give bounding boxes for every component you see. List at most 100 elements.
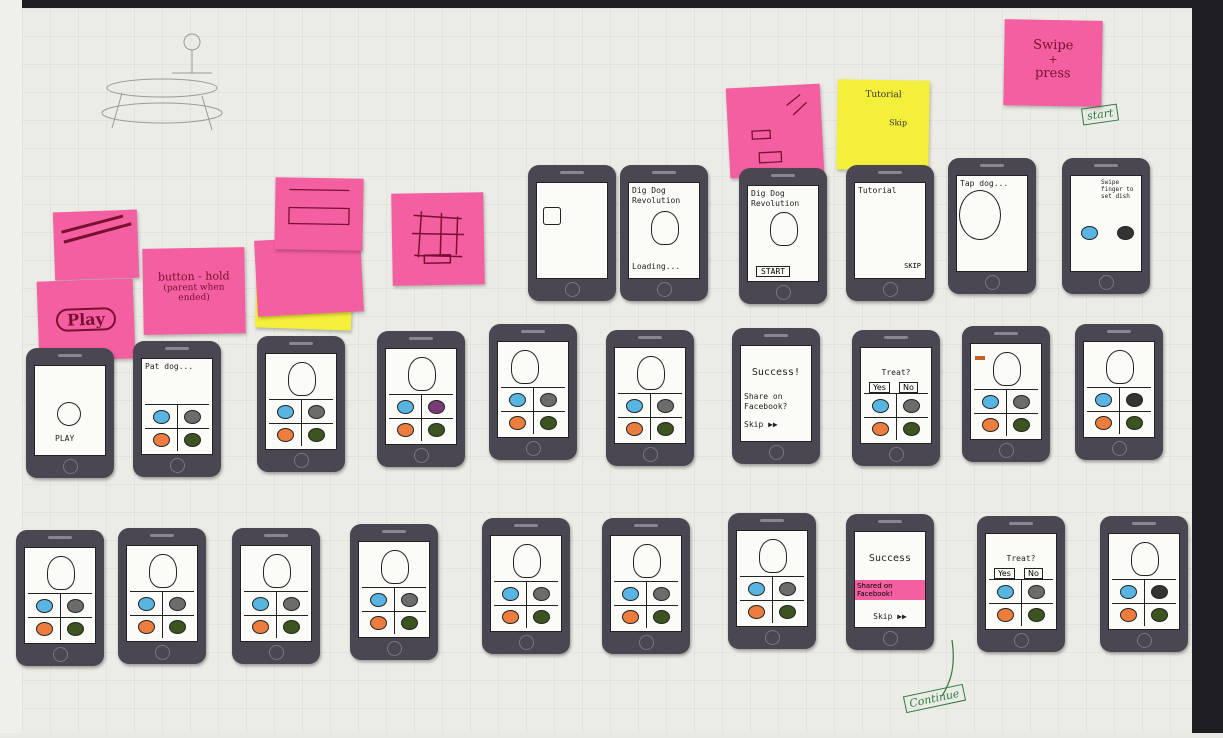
home-button-icon: [519, 635, 534, 650]
blue-dish-icon[interactable]: [509, 393, 526, 407]
shared-facebook-note: Shared on Facebook!: [855, 580, 925, 600]
dog-icon: [149, 554, 177, 588]
green-dish-icon[interactable]: [903, 422, 920, 436]
grey-dish-icon[interactable]: [1117, 226, 1134, 240]
skip-button[interactable]: Skip ▶▶: [858, 612, 922, 622]
blue-dish-icon[interactable]: [997, 585, 1014, 599]
purple-dish-icon[interactable]: [428, 400, 445, 414]
orange-dish-icon[interactable]: [982, 418, 999, 432]
orange-dish-icon[interactable]: [1095, 416, 1112, 430]
orange-dish-icon[interactable]: [370, 616, 387, 630]
blue-dish-icon[interactable]: [277, 405, 294, 419]
green-dish-icon[interactable]: [653, 610, 670, 624]
green-dish-icon[interactable]: [184, 433, 201, 447]
treat-question: Treat?: [881, 368, 911, 377]
phone-tap-dog: Tap dog...: [948, 158, 1036, 294]
dark-dish-icon[interactable]: [1126, 393, 1143, 407]
grey-dish-icon[interactable]: [169, 597, 186, 611]
green-dish-icon[interactable]: [1126, 416, 1143, 430]
blue-dish-icon[interactable]: [1095, 393, 1112, 407]
grey-dish-icon[interactable]: [1028, 585, 1045, 599]
tap-dog-caption: Tap dog...: [960, 179, 1009, 188]
orange-dish-icon[interactable]: [509, 416, 526, 430]
yes-button[interactable]: Yes: [869, 382, 890, 393]
blue-dish-icon[interactable]: [1120, 585, 1137, 599]
blue-dish-icon[interactable]: [252, 597, 269, 611]
grey-dish-icon[interactable]: [283, 597, 300, 611]
phone-r3-end: [1100, 516, 1188, 652]
grey-dish-icon[interactable]: [1013, 395, 1030, 409]
blue-dish-icon[interactable]: [36, 599, 53, 613]
treat-question: Treat?: [1006, 554, 1036, 563]
blue-dish-icon[interactable]: [982, 395, 999, 409]
home-button-icon: [639, 635, 654, 650]
dark-dish-icon[interactable]: [1151, 585, 1168, 599]
orange-dish-icon[interactable]: [502, 610, 519, 624]
orange-dish-icon[interactable]: [626, 422, 643, 436]
green-dish-icon[interactable]: [169, 620, 186, 634]
green-dish-icon[interactable]: [1013, 418, 1030, 432]
grey-dish-icon[interactable]: [653, 587, 670, 601]
grey-dish-icon[interactable]: [308, 405, 325, 419]
no-button[interactable]: No: [899, 382, 918, 393]
blue-dish-icon[interactable]: [748, 582, 765, 596]
skip-link[interactable]: SKIP: [904, 262, 921, 270]
green-dish-icon[interactable]: [401, 616, 418, 630]
green-dish-icon[interactable]: [1151, 608, 1168, 622]
orange-dish-icon[interactable]: [748, 605, 765, 619]
start-button[interactable]: START: [756, 266, 791, 277]
dog-icon: [1106, 350, 1134, 384]
orange-dish-icon[interactable]: [397, 423, 414, 437]
green-dish-icon[interactable]: [283, 620, 300, 634]
grey-dish-icon[interactable]: [779, 582, 796, 596]
yes-button[interactable]: Yes: [994, 568, 1015, 579]
blue-dish-icon[interactable]: [370, 593, 387, 607]
green-dish-icon[interactable]: [1028, 608, 1045, 622]
orange-dish-icon[interactable]: [153, 433, 170, 447]
grey-dish-icon[interactable]: [401, 593, 418, 607]
sticky-note-swipe-press: Swipe + press: [1003, 19, 1103, 107]
green-dish-icon[interactable]: [428, 423, 445, 437]
dog-icon: [381, 550, 409, 584]
sticky-note-layout-sketch: [274, 177, 364, 251]
blue-dish-icon[interactable]: [138, 597, 155, 611]
blue-dish-icon[interactable]: [397, 400, 414, 414]
green-dish-icon[interactable]: [67, 622, 84, 636]
dog-icon: [651, 211, 679, 245]
orange-dish-icon[interactable]: [1120, 608, 1137, 622]
phone-r3-4: [350, 524, 438, 660]
dish-grid: [389, 394, 453, 441]
orange-dish-icon[interactable]: [36, 622, 53, 636]
grey-dish-icon[interactable]: [903, 399, 920, 413]
green-dish-icon[interactable]: [533, 610, 550, 624]
orange-dish-icon[interactable]: [872, 422, 889, 436]
grey-dish-icon[interactable]: [533, 587, 550, 601]
grey-dish-icon[interactable]: [657, 399, 674, 413]
play-icon[interactable]: [57, 402, 81, 426]
green-dish-icon[interactable]: [657, 422, 674, 436]
green-dish-icon[interactable]: [779, 605, 796, 619]
no-button[interactable]: No: [1024, 568, 1043, 579]
dog-icon: [511, 350, 539, 384]
blue-dish-icon[interactable]: [872, 399, 889, 413]
grey-dish-icon[interactable]: [67, 599, 84, 613]
blue-dish-icon[interactable]: [622, 587, 639, 601]
green-dish-icon[interactable]: [540, 416, 557, 430]
phone-r3-6: [602, 518, 690, 654]
orange-dish-icon[interactable]: [997, 608, 1014, 622]
phone-pat-dog: Pat dog...: [133, 341, 221, 477]
orange-dish-icon[interactable]: [252, 620, 269, 634]
blue-dish-icon[interactable]: [1081, 226, 1098, 240]
grey-dish-icon[interactable]: [184, 410, 201, 424]
blue-dish-icon[interactable]: [626, 399, 643, 413]
skip-button[interactable]: Skip ▶▶: [744, 420, 808, 430]
orange-dish-icon[interactable]: [277, 428, 294, 442]
dish-grid: [740, 576, 804, 623]
orange-dish-icon[interactable]: [622, 610, 639, 624]
blue-dish-icon[interactable]: [502, 587, 519, 601]
orange-dish-icon[interactable]: [138, 620, 155, 634]
green-dish-icon[interactable]: [308, 428, 325, 442]
grey-dish-icon[interactable]: [540, 393, 557, 407]
blue-dish-icon[interactable]: [153, 410, 170, 424]
share-facebook-prompt[interactable]: Share on Facebook?: [744, 392, 808, 412]
